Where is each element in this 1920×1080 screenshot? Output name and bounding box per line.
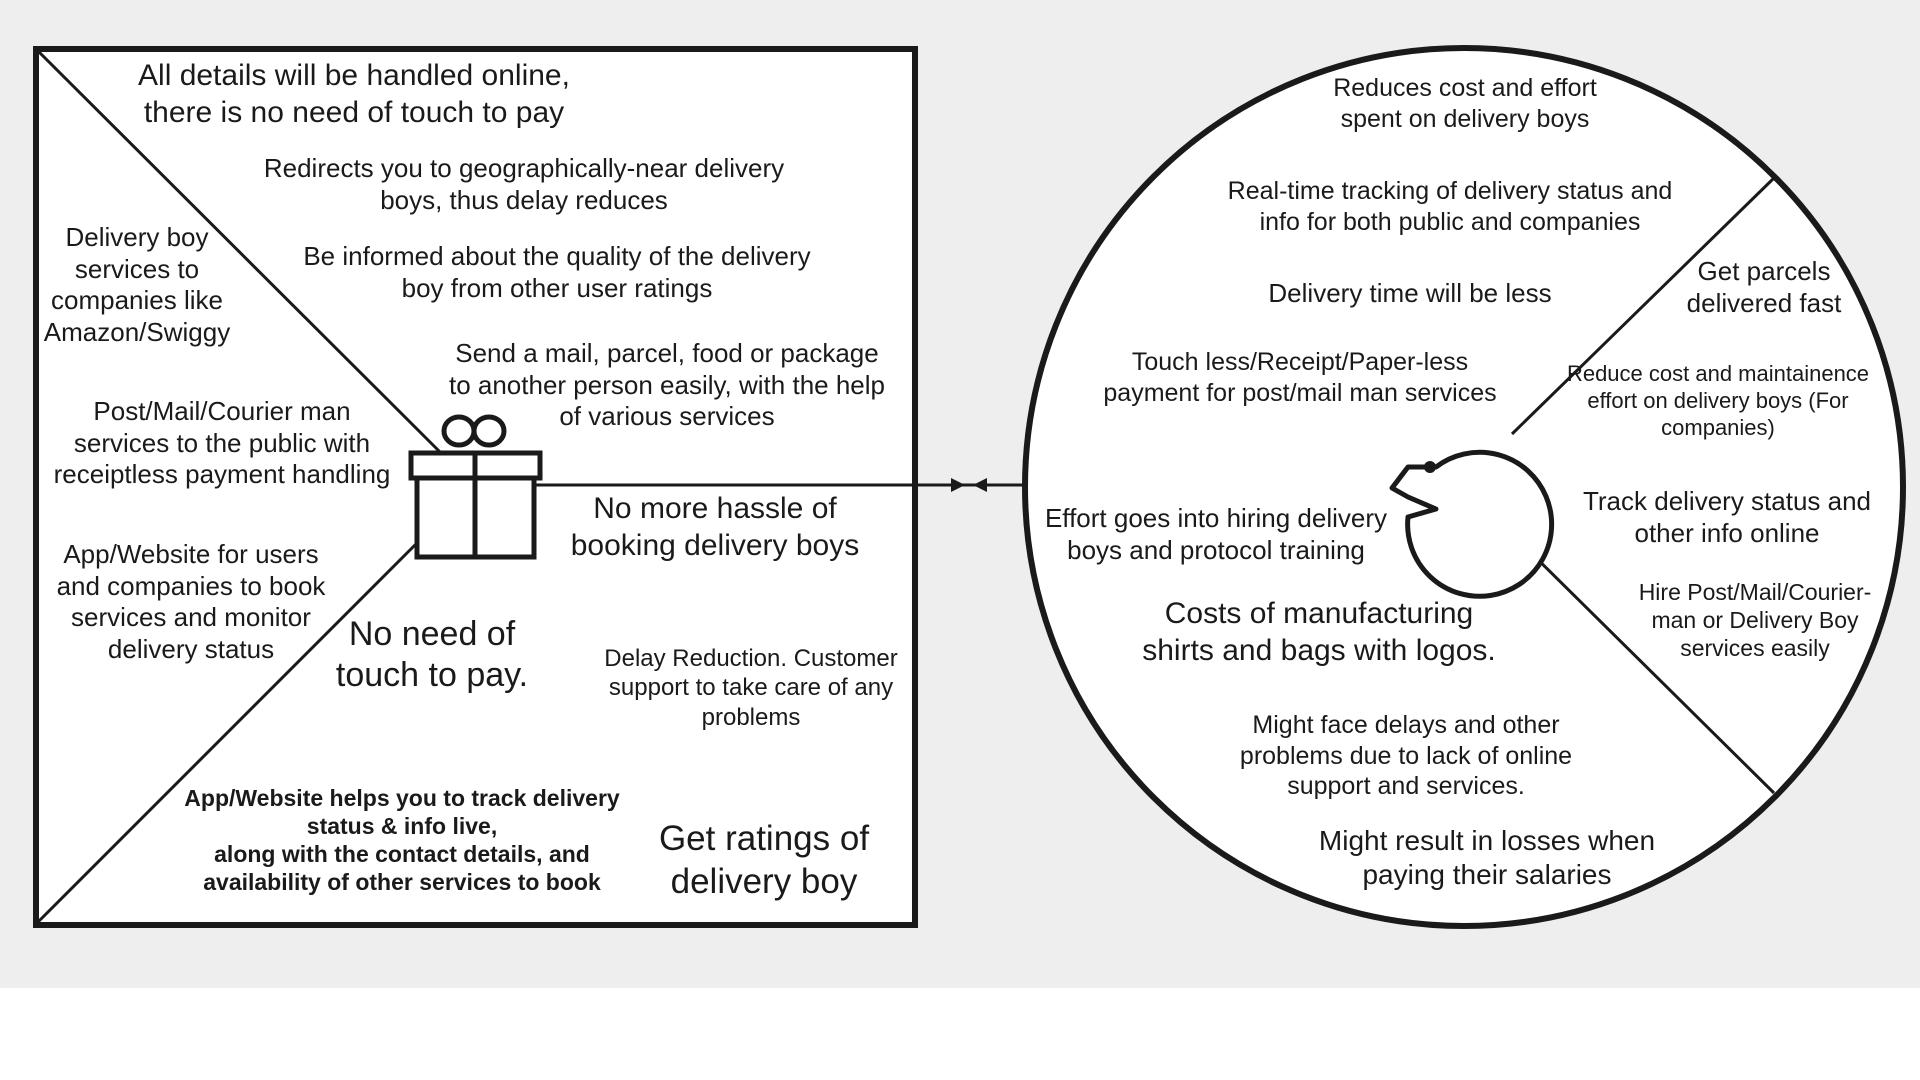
circle-top-text-1: Reduces cost and effort spent on deliver… bbox=[1333, 74, 1597, 133]
circle-bottom-text-1: Effort goes into hiring delivery boys an… bbox=[1044, 503, 1388, 565]
circle-right-text-2: Reduce cost and maintainence effort on d… bbox=[1566, 361, 1870, 440]
circle-top-text-3: Delivery time will be less bbox=[1268, 278, 1552, 308]
diagram-background: All details will be handled online, ther… bbox=[0, 0, 1920, 988]
circle-top-text-2: Real-time tracking of delivery status an… bbox=[1227, 177, 1673, 236]
product-left-text-1: Delivery boy services to companies like … bbox=[43, 222, 231, 348]
circle-top-text-4: Touch less/Receipt/Paper-less payment fo… bbox=[1103, 348, 1497, 407]
product-top-text-4: Send a mail, parcel, food or package to … bbox=[448, 338, 885, 432]
product-left-text-2: Post/Mail/Courier man services to the pu… bbox=[53, 396, 391, 490]
circle-bottom-text-2: Costs of manufacturing shirts and bags w… bbox=[1142, 597, 1496, 667]
product-bottom-text-1: No need of touch to pay. bbox=[335, 615, 529, 695]
value-proposition-canvas: All details will be handled online, ther… bbox=[0, 0, 1920, 1080]
circle-bottom-text-3: Might face delays and other problems due… bbox=[1239, 711, 1573, 800]
product-left-text-3: App/Website for users and companies to b… bbox=[56, 539, 326, 665]
circle-bottom-text-4: Might result in losses when paying their… bbox=[1318, 825, 1656, 891]
product-bottom-text-2: Delay Reduction. Customer support to tak… bbox=[604, 645, 898, 731]
circle-right-text-4: Hire Post/Mail/Courier- man or Delivery … bbox=[1638, 579, 1872, 662]
product-top-text-3: Be informed about the quality of the del… bbox=[303, 241, 811, 303]
product-bottom-text-3: App/Website helps you to track delivery … bbox=[184, 785, 620, 896]
product-top-text-2: Redirects you to geographically-near del… bbox=[263, 153, 785, 215]
product-top-text-1: All details will be handled online, ther… bbox=[138, 59, 570, 129]
product-bottom-text-4: Get ratings of delivery boy bbox=[658, 819, 870, 901]
circle-right-text-3: Track delivery status and other info onl… bbox=[1582, 486, 1872, 548]
circle-right-text-1: Get parcels delivered fast bbox=[1686, 256, 1842, 318]
product-top-text-5: No more hassle of booking delivery boys bbox=[570, 492, 860, 562]
